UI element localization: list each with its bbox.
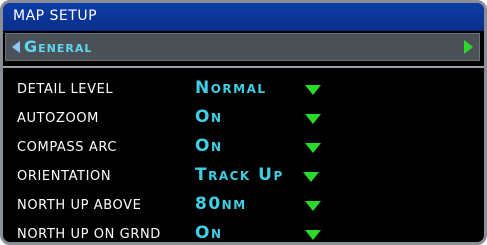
- setting-label: DETAIL LEVEL: [17, 82, 114, 97]
- setting-row-compass-arc[interactable]: COMPASS ARC On: [3, 133, 484, 162]
- setting-value[interactable]: Normal: [195, 77, 267, 99]
- setting-label: ORIENTATION: [17, 169, 112, 184]
- dropdown-arrow-icon[interactable]: [305, 230, 321, 240]
- category-selector[interactable]: General: [5, 33, 480, 61]
- setting-label: NORTH UP ABOVE: [17, 198, 142, 213]
- setting-row-orientation[interactable]: ORIENTATION Track Up: [3, 162, 484, 191]
- setting-label: AUTOZOOM: [17, 111, 99, 126]
- right-arrow-icon[interactable]: [464, 40, 473, 54]
- window-title: MAP SETUP: [13, 8, 98, 24]
- setting-label: COMPASS ARC: [17, 140, 118, 155]
- left-arrow-icon[interactable]: [12, 41, 20, 53]
- dropdown-arrow-icon[interactable]: [303, 172, 319, 182]
- setting-row-autozoom[interactable]: AUTOZOOM On: [3, 104, 484, 133]
- category-label: General: [24, 37, 93, 56]
- divider: [3, 66, 484, 68]
- title-bar: MAP SETUP: [3, 3, 484, 31]
- setting-value[interactable]: On: [195, 135, 223, 157]
- setting-value[interactable]: 80nm: [195, 193, 247, 215]
- setting-value[interactable]: On: [195, 222, 223, 242]
- setting-value[interactable]: Track Up: [195, 164, 284, 186]
- setting-label: NORTH UP ON GRND: [17, 227, 161, 242]
- setting-row-north-up-on-grnd[interactable]: NORTH UP ON GRND On: [3, 220, 484, 242]
- map-setup-window: MAP SETUP General DETAIL LEVEL Normal AU…: [0, 0, 487, 245]
- dropdown-arrow-icon[interactable]: [305, 85, 321, 95]
- dropdown-arrow-icon[interactable]: [305, 201, 321, 211]
- dropdown-arrow-icon[interactable]: [305, 143, 321, 153]
- setting-value[interactable]: On: [195, 106, 223, 128]
- setting-row-north-up-above[interactable]: NORTH UP ABOVE 80nm: [3, 191, 484, 220]
- dropdown-arrow-icon[interactable]: [305, 114, 321, 124]
- setting-row-detail-level[interactable]: DETAIL LEVEL Normal: [3, 75, 484, 104]
